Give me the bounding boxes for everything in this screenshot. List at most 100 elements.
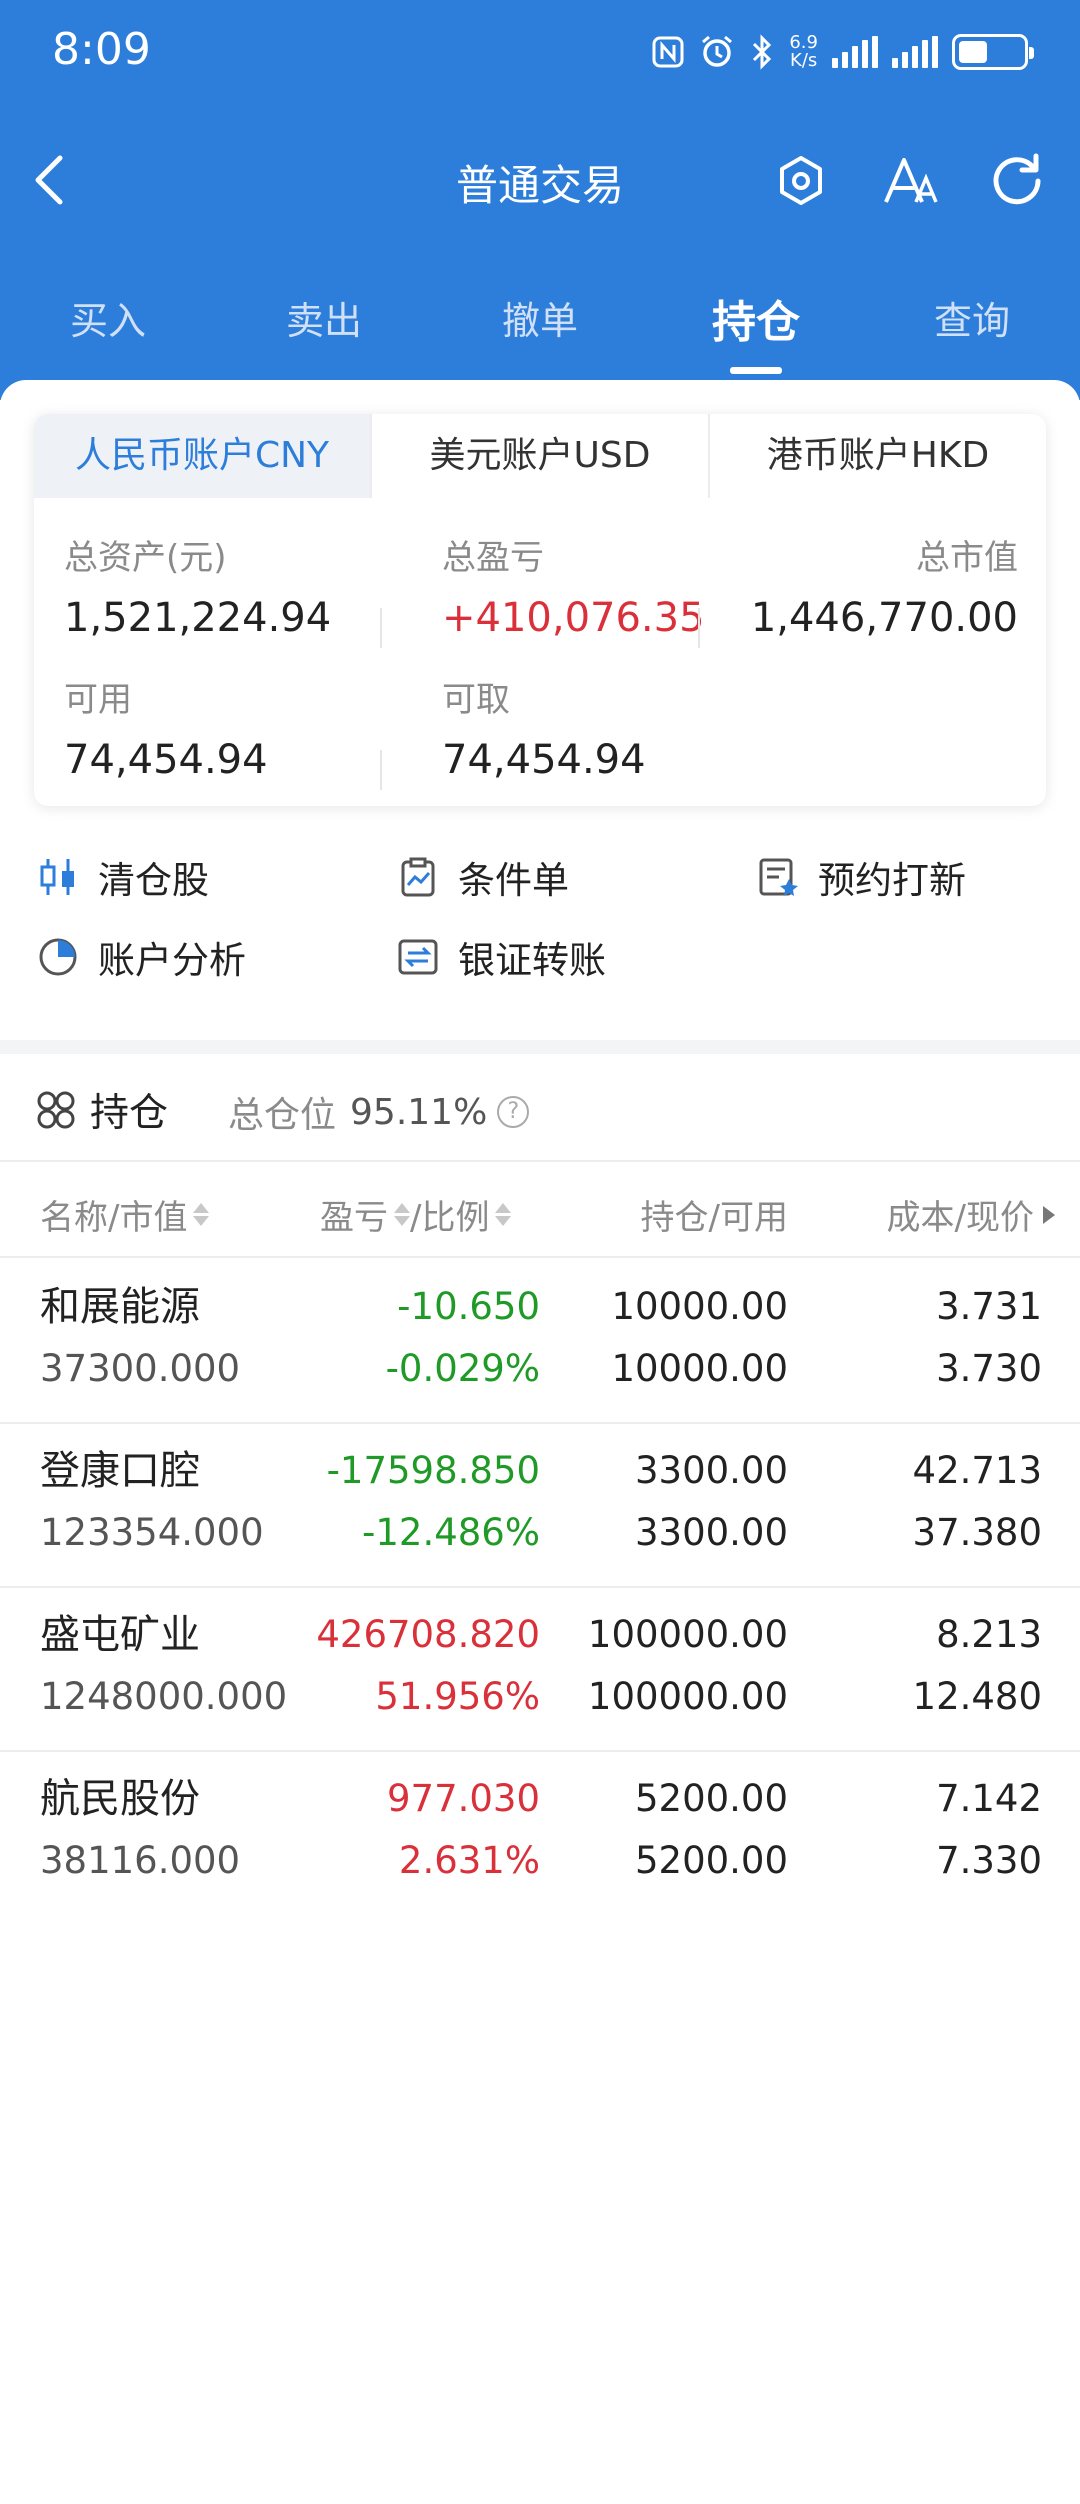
title-bar: 普通交易 — [0, 130, 1080, 230]
bank-securities-transfer-button[interactable]: 银证转账 — [396, 930, 606, 984]
bank-securities-transfer-label: 银证转账 — [458, 939, 606, 982]
status-bar: 8:09 6.9 K/s — [0, 0, 1080, 100]
total-position-value: 95.11% — [350, 1091, 488, 1133]
divider — [380, 608, 382, 648]
trade-tabs: 买入 卖出 撤单 持仓 查询 — [0, 280, 1080, 380]
tab-buy[interactable]: 买入 — [0, 280, 216, 380]
reservation-star-icon — [759, 858, 798, 896]
account-analysis-label: 账户分析 — [98, 939, 246, 982]
clear-position-stocks-label: 清仓股 — [98, 859, 209, 902]
total-market-value: 总市值 1,446,770.00 — [751, 530, 1018, 641]
stock-holding-qty: 100000.00 — [587, 1613, 788, 1656]
total-position: 总仓位 95.11% ? — [228, 1086, 530, 1138]
total-profit-loss-label: 总盈亏 — [442, 538, 544, 578]
stock-profit-loss: -17598.850 — [326, 1449, 540, 1492]
stock-name: 盛屯矿业 — [40, 1612, 200, 1658]
holdings-title-label: 持仓 — [90, 1091, 169, 1136]
total-assets-value: 1,521,224.94 — [64, 595, 332, 641]
holding-row[interactable]: 和展能源 37300.000 -10.650 -0.029% 10000.00 … — [0, 1260, 1080, 1424]
total-market-value-value: 1,446,770.00 — [750, 595, 1018, 641]
holding-row[interactable]: 航民股份 38116.000 977.030 2.631% 5200.00 52… — [0, 1752, 1080, 1916]
sort-icon — [193, 1203, 210, 1226]
conditional-order-button[interactable]: 条件单 — [396, 850, 569, 904]
stock-profit-loss-ratio: 51.956% — [375, 1675, 540, 1718]
stock-profit-loss-ratio: -0.029% — [385, 1347, 540, 1390]
stock-holding-qty: 5200.00 — [634, 1777, 788, 1820]
stock-holding-qty: 10000.00 — [611, 1285, 788, 1328]
status-time: 8:09 — [52, 24, 151, 75]
column-profit-loss[interactable]: 盈亏 /比例 — [320, 1190, 512, 1239]
status-icons: 6.9 K/s — [651, 30, 1034, 74]
stock-cost-price: 7.142 — [936, 1777, 1042, 1820]
account-analysis-button[interactable]: 账户分析 — [36, 930, 246, 984]
stock-name: 航民股份 — [40, 1776, 200, 1822]
stock-current-price: 37.380 — [912, 1511, 1042, 1554]
grid-icon — [37, 1091, 75, 1129]
conditional-order-label: 条件单 — [458, 859, 569, 902]
ipo-reservation-button[interactable]: 预约打新 — [756, 850, 966, 904]
column-cost-price[interactable]: 成本/现价 — [887, 1190, 1058, 1239]
tab-sell[interactable]: 卖出 — [216, 280, 432, 380]
app-header: 8:09 6.9 K/s 普通交易 买入 卖出 撤单 持仓 查询 — [0, 0, 1080, 400]
battery-icon — [952, 34, 1034, 70]
stock-market-value: 1248000.000 — [40, 1675, 288, 1718]
column-holding-available: 持仓/可用 — [640, 1198, 788, 1238]
column-name-value[interactable]: 名称/市值 — [40, 1190, 210, 1239]
refresh-icon[interactable] — [986, 150, 1048, 212]
holdings-header: 持仓 总仓位 95.11% ? — [0, 1054, 1080, 1162]
signal-strength-icon — [892, 36, 938, 68]
tab-account-hkd[interactable]: 港币账户HKD — [708, 414, 1046, 498]
stock-market-value: 38116.000 — [40, 1839, 241, 1882]
sort-icon — [495, 1203, 512, 1226]
network-speed: 6.9 K/s — [789, 32, 818, 71]
withdrawable-funds-value: 74,454.94 — [442, 737, 646, 783]
alarm-icon — [702, 35, 733, 67]
signal-strength-icon — [832, 36, 878, 68]
stock-available-qty: 3300.00 — [634, 1511, 788, 1554]
quick-actions: 清仓股 条件单 预约打新 账户分析 银证转账 — [0, 850, 1080, 1030]
total-assets: 总资产(元) 1,521,224.94 — [64, 530, 331, 641]
available-funds: 可用 74,454.94 — [64, 672, 268, 783]
stock-profit-loss: -10.650 — [397, 1285, 540, 1328]
bluetooth-icon — [753, 34, 772, 70]
tab-cancel-order[interactable]: 撤单 — [432, 280, 648, 380]
help-icon[interactable]: ? — [497, 1096, 530, 1128]
account-summary-card: 人民币账户CNY 美元账户USD 港币账户HKD 总资产(元) 1,521,22… — [34, 414, 1046, 806]
clear-position-stocks-button[interactable]: 清仓股 — [36, 850, 209, 904]
stock-name: 和展能源 — [40, 1284, 200, 1330]
sort-icon — [394, 1203, 410, 1226]
caret-right-icon — [1043, 1205, 1055, 1224]
available-funds-label: 可用 — [64, 680, 132, 720]
withdrawable-funds-label: 可取 — [442, 680, 510, 720]
tab-holdings[interactable]: 持仓 — [648, 280, 864, 380]
holding-row[interactable]: 盛屯矿业 1248000.000 426708.820 51.956% 1000… — [0, 1588, 1080, 1752]
holding-row[interactable]: 登康口腔 123354.000 -17598.850 -12.486% 3300… — [0, 1424, 1080, 1588]
divider — [380, 750, 382, 790]
candlestick-icon — [40, 859, 74, 895]
stock-available-qty: 100000.00 — [587, 1675, 788, 1718]
tab-account-cny[interactable]: 人民币账户CNY — [34, 414, 370, 498]
total-profit-loss: 总盈亏 +410,076.35 — [442, 530, 705, 641]
total-profit-loss-value: +410,076.35 — [442, 595, 705, 641]
total-market-value-label: 总市值 — [916, 538, 1018, 578]
account-currency-tabs: 人民币账户CNY 美元账户USD 港币账户HKD — [34, 414, 1046, 498]
stock-cost-price: 42.713 — [912, 1449, 1042, 1492]
stock-holding-qty: 3300.00 — [634, 1449, 788, 1492]
stock-profit-loss: 977.030 — [386, 1777, 540, 1820]
tab-account-usd[interactable]: 美元账户USD — [370, 414, 708, 498]
total-assets-label: 总资产(元) — [64, 538, 227, 578]
section-divider — [0, 1040, 1080, 1054]
stock-current-price: 3.730 — [936, 1347, 1042, 1390]
stock-available-qty: 5200.00 — [634, 1839, 788, 1882]
tab-query[interactable]: 查询 — [864, 280, 1080, 380]
holdings-title: 持仓 — [36, 1082, 168, 1138]
content-sheet: 人民币账户CNY 美元账户USD 港币账户HKD 总资产(元) 1,521,22… — [0, 380, 1080, 2504]
stock-cost-price: 3.731 — [936, 1285, 1042, 1328]
stock-cost-price: 8.213 — [936, 1613, 1042, 1656]
nfc-icon — [652, 36, 684, 68]
stock-profit-loss: 426708.820 — [316, 1613, 540, 1656]
settings-hexagon-icon[interactable] — [770, 150, 832, 212]
stock-market-value: 37300.000 — [40, 1347, 241, 1390]
ipo-reservation-label: 预约打新 — [818, 859, 966, 902]
font-size-icon[interactable] — [880, 150, 942, 212]
